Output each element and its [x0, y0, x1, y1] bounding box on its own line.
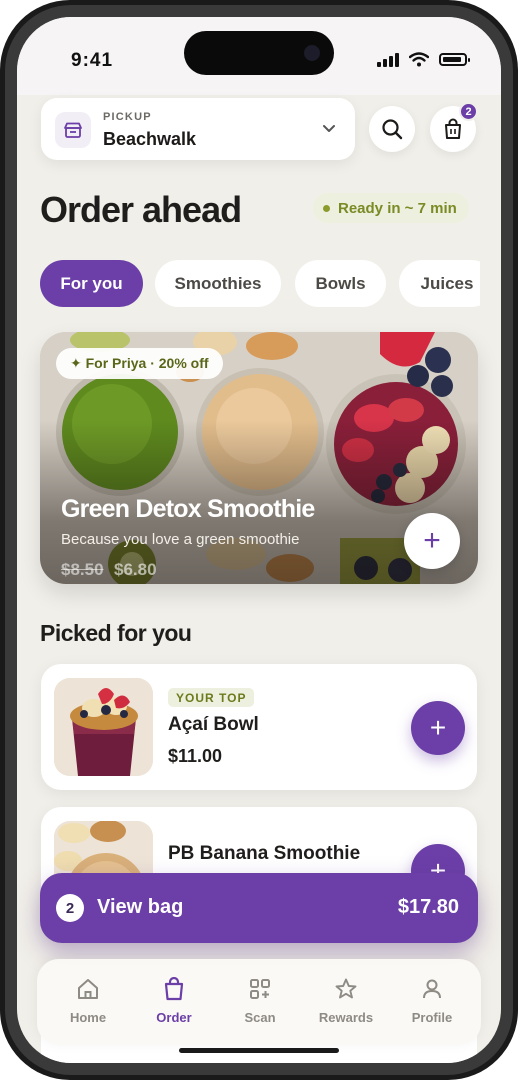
- view-bag-label: View bag: [97, 896, 184, 918]
- status-dot-icon: [323, 204, 330, 212]
- add-to-bag-button[interactable]: +: [411, 701, 465, 755]
- status-time: 9:41: [71, 50, 114, 71]
- view-bag-count: 2: [56, 894, 84, 922]
- scan-icon: [250, 979, 270, 999]
- featured-sale-price: $6.80: [114, 560, 157, 579]
- star-icon: [335, 978, 357, 999]
- promo-badge: ✦ For Priya · 20% off: [56, 348, 223, 379]
- home-icon: [78, 979, 98, 999]
- nav-order-label: Order: [156, 1010, 192, 1025]
- featured-product-name: Green Detox Smoothie: [61, 495, 315, 523]
- status-icons: [377, 52, 470, 67]
- bag-count-badge: 2: [459, 102, 478, 121]
- product-name: PB Banana Smoothie: [168, 843, 361, 864]
- battery-icon: [439, 53, 470, 66]
- app-screen: 9:41 PICKUP Beachwalk 2 Order ahead Read…: [17, 17, 501, 1063]
- dynamic-island: [184, 31, 334, 75]
- nav-scan[interactable]: Scan: [217, 959, 303, 1045]
- tab-smoothies[interactable]: Smoothies: [155, 260, 281, 307]
- pickup-location-selector[interactable]: PICKUP Beachwalk: [41, 98, 355, 160]
- nav-profile-label: Profile: [411, 1010, 453, 1025]
- view-bag-total: $17.80: [397, 896, 459, 918]
- person-icon: [423, 979, 441, 999]
- tab-bowls[interactable]: Bowls: [295, 260, 386, 307]
- bottom-navigation: Home Order Scan Rewards Profile: [37, 959, 481, 1045]
- nav-home-label: Home: [69, 1010, 107, 1025]
- bag-icon: [164, 977, 184, 1001]
- search-button[interactable]: [369, 106, 415, 152]
- product-tag: YOUR TOP: [168, 688, 255, 707]
- nav-home[interactable]: Home: [45, 959, 131, 1045]
- category-tabs: For you Smoothies Bowls Juices: [40, 260, 480, 310]
- phone-frame: 9:41 PICKUP Beachwalk 2 Order ahead Read…: [0, 0, 518, 1080]
- nav-rewards[interactable]: Rewards: [303, 959, 389, 1045]
- featured-product-card[interactable]: ✦ For Priya · 20% off Green Detox Smooth…: [40, 332, 478, 584]
- product-price: $11.00: [168, 746, 223, 766]
- featured-original-price: $8.50: [61, 560, 104, 579]
- ready-time-badge: Ready in ~ 7 min: [313, 193, 469, 223]
- tab-juices[interactable]: Juices: [399, 260, 480, 307]
- status-bar: 9:41: [17, 17, 501, 95]
- store-icon: [55, 112, 91, 148]
- view-bag-button[interactable]: 2 View bag $17.80: [40, 873, 478, 943]
- ready-time-text: Ready in ~ 7 min: [338, 199, 457, 217]
- tab-for-you[interactable]: For you: [40, 260, 143, 307]
- product-name: Açaí Bowl: [168, 714, 259, 735]
- featured-add-button[interactable]: +: [404, 513, 460, 569]
- home-indicator: [179, 1048, 339, 1053]
- chevron-down-icon: [323, 125, 335, 132]
- page-title: Order ahead: [40, 189, 242, 230]
- featured-product-reason: Because you love a green smoothie: [61, 531, 300, 548]
- nav-order[interactable]: Order: [131, 959, 217, 1045]
- product-card-acai-bowl[interactable]: YOUR TOP Açaí Bowl $11.00 +: [41, 664, 477, 790]
- nav-scan-label: Scan: [244, 1010, 276, 1025]
- signal-icon: [377, 52, 399, 67]
- nav-profile[interactable]: Profile: [389, 959, 475, 1045]
- bag-button[interactable]: 2: [430, 102, 478, 152]
- pickup-label: PICKUP: [103, 111, 152, 123]
- search-icon: [382, 119, 403, 140]
- wifi-icon: [409, 52, 429, 67]
- section-title-picked: Picked for you: [40, 620, 192, 646]
- pickup-store-name: Beachwalk: [103, 129, 197, 149]
- shopping-bag-icon: [445, 118, 461, 139]
- camera-dot: [304, 45, 320, 61]
- product-image-acai-bowl: [54, 678, 153, 776]
- nav-rewards-label: Rewards: [318, 1010, 374, 1025]
